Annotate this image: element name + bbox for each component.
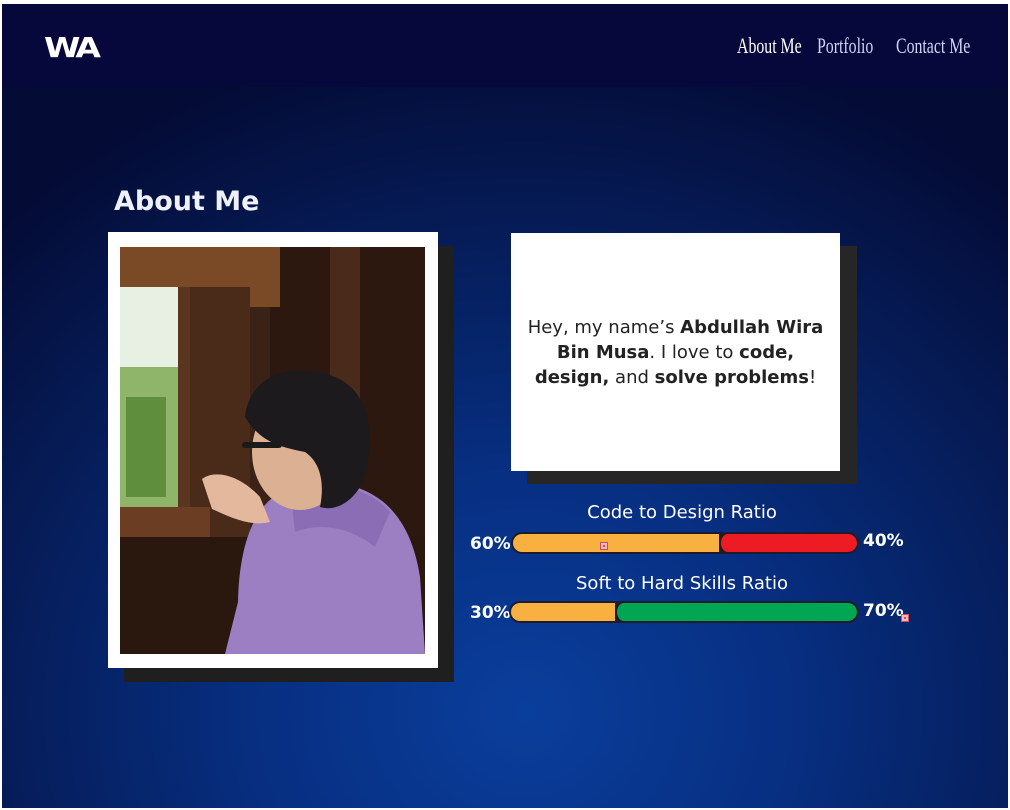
navbar: WA About Me Portfolio Contact Me [2, 4, 1008, 87]
photo-card [108, 232, 438, 668]
intro-solve: solve problems [654, 366, 809, 388]
intro-card: Hey, my name’s Abdullah Wira Bin Musa. I… [511, 233, 840, 471]
section-title: About Me [114, 186, 260, 217]
profile-photo-illustration [120, 247, 425, 654]
skills-ratio-left-segment [511, 603, 615, 621]
profile-photo [120, 247, 425, 654]
code-ratio-left-segment [513, 534, 720, 552]
site-logo[interactable]: WA [44, 32, 101, 64]
intro-text-pre: Hey, my name’s [527, 316, 681, 338]
nav-link-portfolio[interactable]: Portfolio [817, 32, 873, 60]
code-ratio-right-segment [719, 534, 857, 552]
page-frame: WA About Me Portfolio Contact Me About M… [2, 4, 1008, 808]
broken-image-icon [600, 542, 608, 550]
intro-text-end: ! [808, 366, 817, 388]
intro-text-mid: . I love to [649, 341, 740, 363]
skills-ratio-right-label: 70% [863, 601, 904, 621]
code-design-ratio-title: Code to Design Ratio [587, 502, 777, 523]
soft-hard-ratio-bar [509, 601, 859, 623]
skills-ratio-right-segment [614, 603, 857, 621]
broken-image-icon [901, 614, 909, 622]
nav-link-about-me[interactable]: About Me [737, 32, 802, 60]
skills-ratio-title: Soft to Hard Skills Ratio [576, 573, 788, 594]
code-ratio-left-label: 60% [470, 534, 511, 554]
code-design-ratio-bar [511, 532, 859, 554]
nav-link-contact-me[interactable]: Contact Me [896, 32, 970, 60]
skills-ratio-left-label: 30% [470, 603, 511, 623]
intro-text-and: and [609, 366, 655, 388]
intro-text: Hey, my name’s Abdullah Wira Bin Musa. I… [511, 315, 840, 390]
code-ratio-right-label: 40% [863, 531, 904, 551]
